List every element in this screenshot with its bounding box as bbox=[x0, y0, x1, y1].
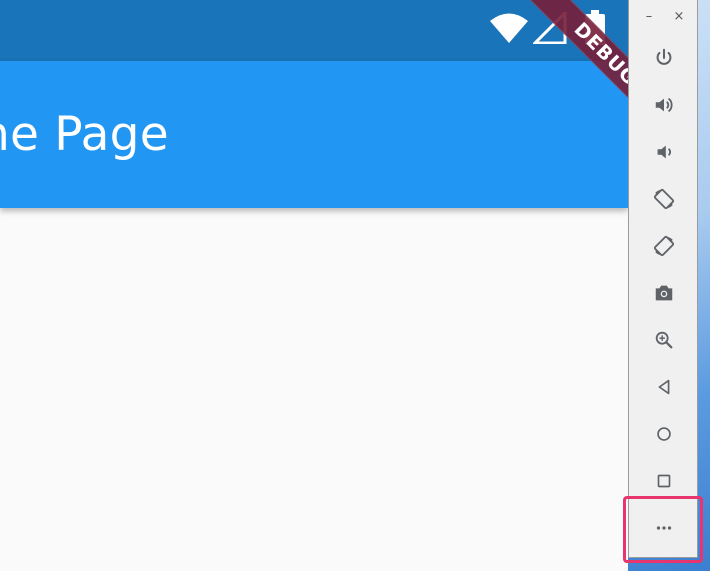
rotate-left-button[interactable] bbox=[648, 183, 680, 215]
zoom-button[interactable] bbox=[648, 324, 680, 356]
overview-icon bbox=[657, 474, 671, 488]
wifi-icon bbox=[490, 12, 528, 48]
power-button[interactable] bbox=[648, 42, 680, 74]
app-bar: ne Page bbox=[0, 61, 628, 208]
status-bar bbox=[0, 0, 628, 61]
camera-icon bbox=[655, 285, 673, 301]
volume-up-button[interactable] bbox=[648, 89, 680, 121]
more-button-highlight bbox=[623, 496, 703, 563]
emulator-toolbar: – × bbox=[628, 0, 698, 558]
volume-down-button[interactable] bbox=[648, 136, 680, 168]
volume-up-icon bbox=[655, 97, 673, 113]
back-icon bbox=[658, 379, 670, 395]
back-button[interactable] bbox=[648, 371, 680, 403]
rotate-right-button[interactable] bbox=[648, 230, 680, 262]
rotate-right-icon bbox=[653, 235, 675, 257]
zoom-icon bbox=[655, 331, 673, 349]
screenshot-button[interactable] bbox=[648, 277, 680, 309]
emulator-screen[interactable]: ne Page DEBUG bbox=[0, 0, 628, 571]
rotate-left-icon bbox=[653, 188, 675, 210]
minimize-button[interactable]: – bbox=[640, 8, 658, 26]
close-button[interactable]: × bbox=[670, 8, 688, 26]
overview-button[interactable] bbox=[648, 465, 680, 497]
home-button[interactable] bbox=[648, 418, 680, 450]
power-icon bbox=[656, 48, 672, 65]
volume-down-icon bbox=[657, 145, 671, 159]
home-icon bbox=[657, 427, 671, 441]
page-title: ne Page bbox=[0, 107, 169, 162]
